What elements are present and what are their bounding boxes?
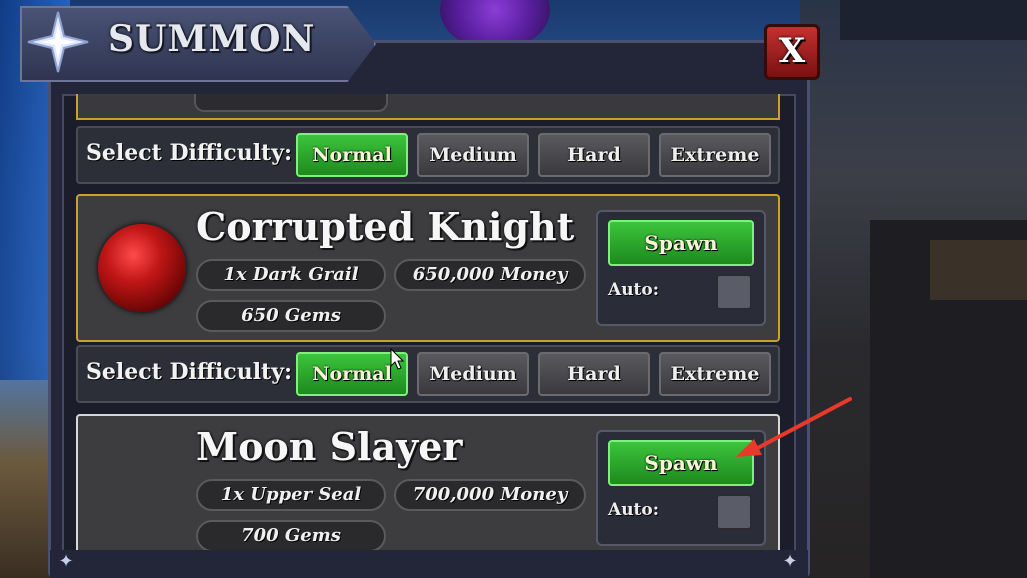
auto-label: Auto: — [608, 280, 660, 300]
money-cost-pill: 700,000 Money — [394, 479, 586, 511]
gem-cost-pill: 650 Gems — [196, 300, 386, 332]
difficulty-normal-button[interactable]: Normal — [296, 133, 408, 177]
difficulty-hard-button[interactable]: Hard — [538, 133, 650, 177]
auto-checkbox[interactable] — [716, 274, 752, 310]
difficulty-hard-button[interactable]: Hard — [538, 352, 650, 396]
close-button[interactable]: X — [764, 24, 820, 80]
background-block — [930, 240, 1027, 300]
boss-name: Corrupted Knight — [196, 204, 575, 249]
difficulty-label: Select Difficulty: — [86, 359, 293, 385]
star-icon — [26, 10, 90, 74]
difficulty-row: Select Difficulty: Normal Medium Hard Ex… — [76, 345, 780, 403]
spawn-button[interactable]: Spawn — [608, 220, 754, 266]
corner-star-icon: ✦ — [782, 551, 798, 572]
auto-label: Auto: — [608, 500, 660, 520]
mouse-cursor-icon — [390, 348, 404, 370]
previous-cost-pill — [194, 94, 388, 112]
boss-name: Moon Slayer — [196, 424, 463, 469]
difficulty-extreme-button[interactable]: Extreme — [659, 133, 771, 177]
corrupted-orb-icon — [98, 224, 186, 312]
window-title: SUMMON — [108, 18, 316, 60]
item-cost-pill: 1x Upper Seal — [196, 479, 386, 511]
boss-card: Corrupted Knight 1x Dark Grail 650,000 M… — [76, 194, 780, 342]
difficulty-label: Select Difficulty: — [86, 140, 293, 166]
panel-footer — [50, 550, 808, 578]
spawn-panel: Spawn Auto: — [596, 210, 766, 326]
item-cost-pill: 1x Dark Grail — [196, 259, 386, 291]
difficulty-medium-button[interactable]: Medium — [417, 352, 529, 396]
difficulty-medium-button[interactable]: Medium — [417, 133, 529, 177]
boss-card: Moon Slayer 1x Upper Seal 700,000 Money … — [76, 414, 780, 562]
corner-star-icon: ✦ — [58, 551, 74, 572]
auto-checkbox[interactable] — [716, 494, 752, 530]
difficulty-extreme-button[interactable]: Extreme — [659, 352, 771, 396]
money-cost-pill: 650,000 Money — [394, 259, 586, 291]
gem-cost-pill: 700 Gems — [196, 520, 386, 552]
previous-boss-card — [76, 94, 780, 120]
difficulty-row: Select Difficulty: Normal Medium Hard Ex… — [76, 126, 780, 184]
annotation-arrow-icon — [736, 397, 852, 457]
background-block — [840, 0, 1027, 40]
